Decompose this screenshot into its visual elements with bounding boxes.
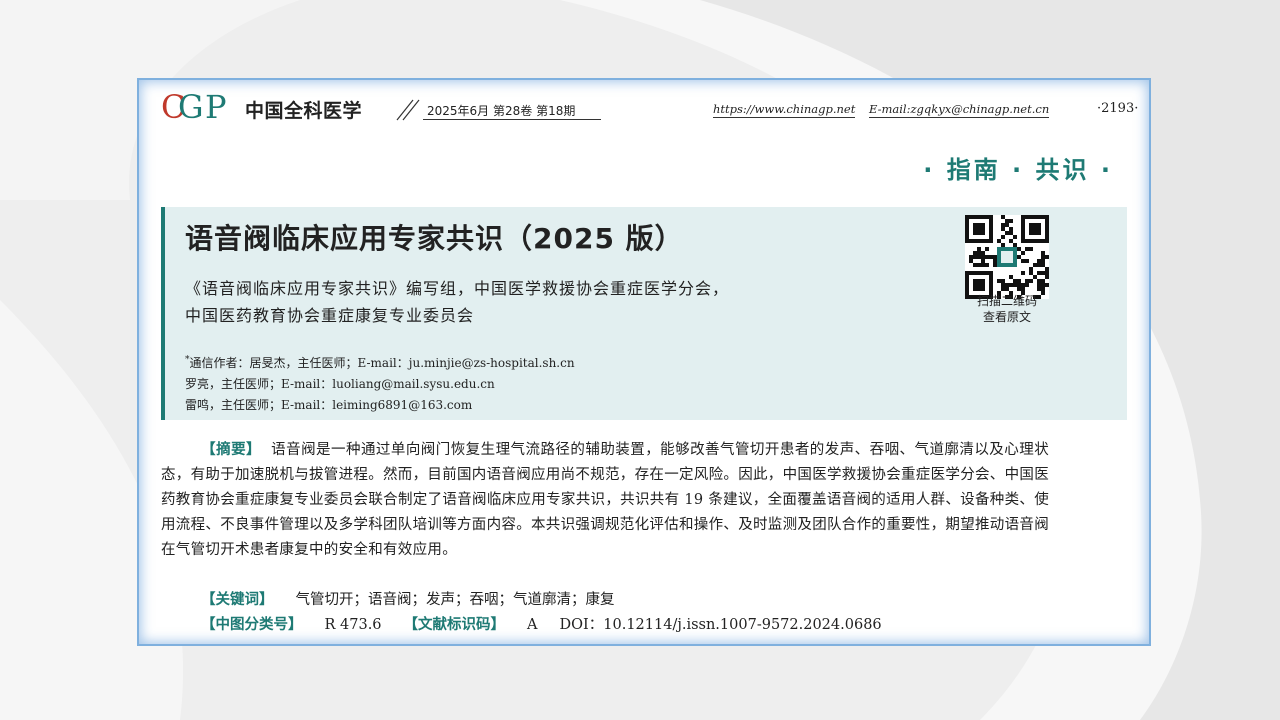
svg-text:P: P	[205, 90, 227, 124]
article-title: 语音阀临床应用专家共识（2025 版）	[185, 222, 684, 255]
journal-url[interactable]: https://www.chinagp.net	[713, 102, 856, 118]
clc-label: 【中图分类号】	[201, 617, 303, 633]
correspondence-line: 罗亮，主任医师；E-mail：luoliang@mail.sysu.edu.cn	[185, 377, 495, 391]
abstract-text: 语音阀是一种通过单向阀门恢复生理气流路径的辅助装置，能够改善气管切开患者的发声、…	[161, 442, 1049, 558]
correspondence-line: 雷鸣，主任医师；E-mail：leiming6891@163.com	[185, 398, 473, 412]
author-line-1: 《语音阀临床应用专家共识》编写组，中国医学救援协会重症医学分会，	[185, 279, 730, 298]
keywords-line: 【关键词】 气管切开；语音阀；发声；吞咽；气道廓清；康复	[201, 588, 615, 609]
doc-code-label: 【文献标识码】	[403, 617, 506, 633]
journal-logo: C G P	[161, 90, 227, 124]
correspondence-line: *通信作者：居旻杰，主任医师；E-mail：ju.minjie@zs-hospi…	[185, 355, 575, 370]
author-line-2: 中国医药教育协会重症康复专业委员会	[185, 306, 475, 325]
clc-value: R 473.6	[324, 617, 382, 633]
journal-email[interactable]: E-mail:zgqkyx@chinagp.net.cn	[869, 102, 1050, 118]
issue-info: 2025年6月 第28卷 第18期	[427, 104, 576, 118]
doc-code-value: A	[527, 617, 538, 633]
title-box: 语音阀临床应用专家共识（2025 版） 《语音阀临床应用专家共识》编写组，中国医…	[161, 207, 1127, 420]
section-label: · 指南 · 共识 ·	[923, 156, 1113, 184]
page-number: ·2193·	[1097, 101, 1139, 116]
author-list: 《语音阀临床应用专家共识》编写组，中国医学救援协会重症医学分会， 中国医药教育协…	[185, 275, 885, 329]
correspondence-block: *通信作者：居旻杰，主任医师；E-mail：ju.minjie@zs-hospi…	[185, 350, 885, 416]
abstract-label: 【摘要】	[201, 442, 262, 458]
doi-text[interactable]: DOI：10.12114/j.issn.1007-9572.2024.0686	[560, 617, 882, 633]
keywords-label: 【关键词】	[201, 592, 274, 608]
article-page: C G P 中国全科医学 2025年6月 第28卷 第18期 https://w…	[137, 78, 1151, 646]
header-rule	[423, 119, 601, 120]
journal-header: C G P 中国全科医学 2025年6月 第28卷 第18期 https://w…	[161, 90, 1138, 124]
abstract-paragraph: 【摘要】 语音阀是一种通过单向阀门恢复生理气流路径的辅助装置，能够改善气管切开患…	[161, 438, 1049, 563]
svg-text:G: G	[178, 90, 204, 124]
qr-caption: 扫描二维码 查看原文	[976, 294, 1037, 324]
classification-line: 【中图分类号】 R 473.6 【文献标识码】 A DOI：10.12114/j.iss…	[201, 613, 882, 634]
qr-code-icon[interactable]	[965, 215, 1049, 299]
keywords-text: 气管切开；语音阀；发声；吞咽；气道廓清；康复	[295, 592, 615, 608]
journal-name: 中国全科医学	[245, 100, 363, 122]
header-slash-decoration	[396, 99, 420, 121]
